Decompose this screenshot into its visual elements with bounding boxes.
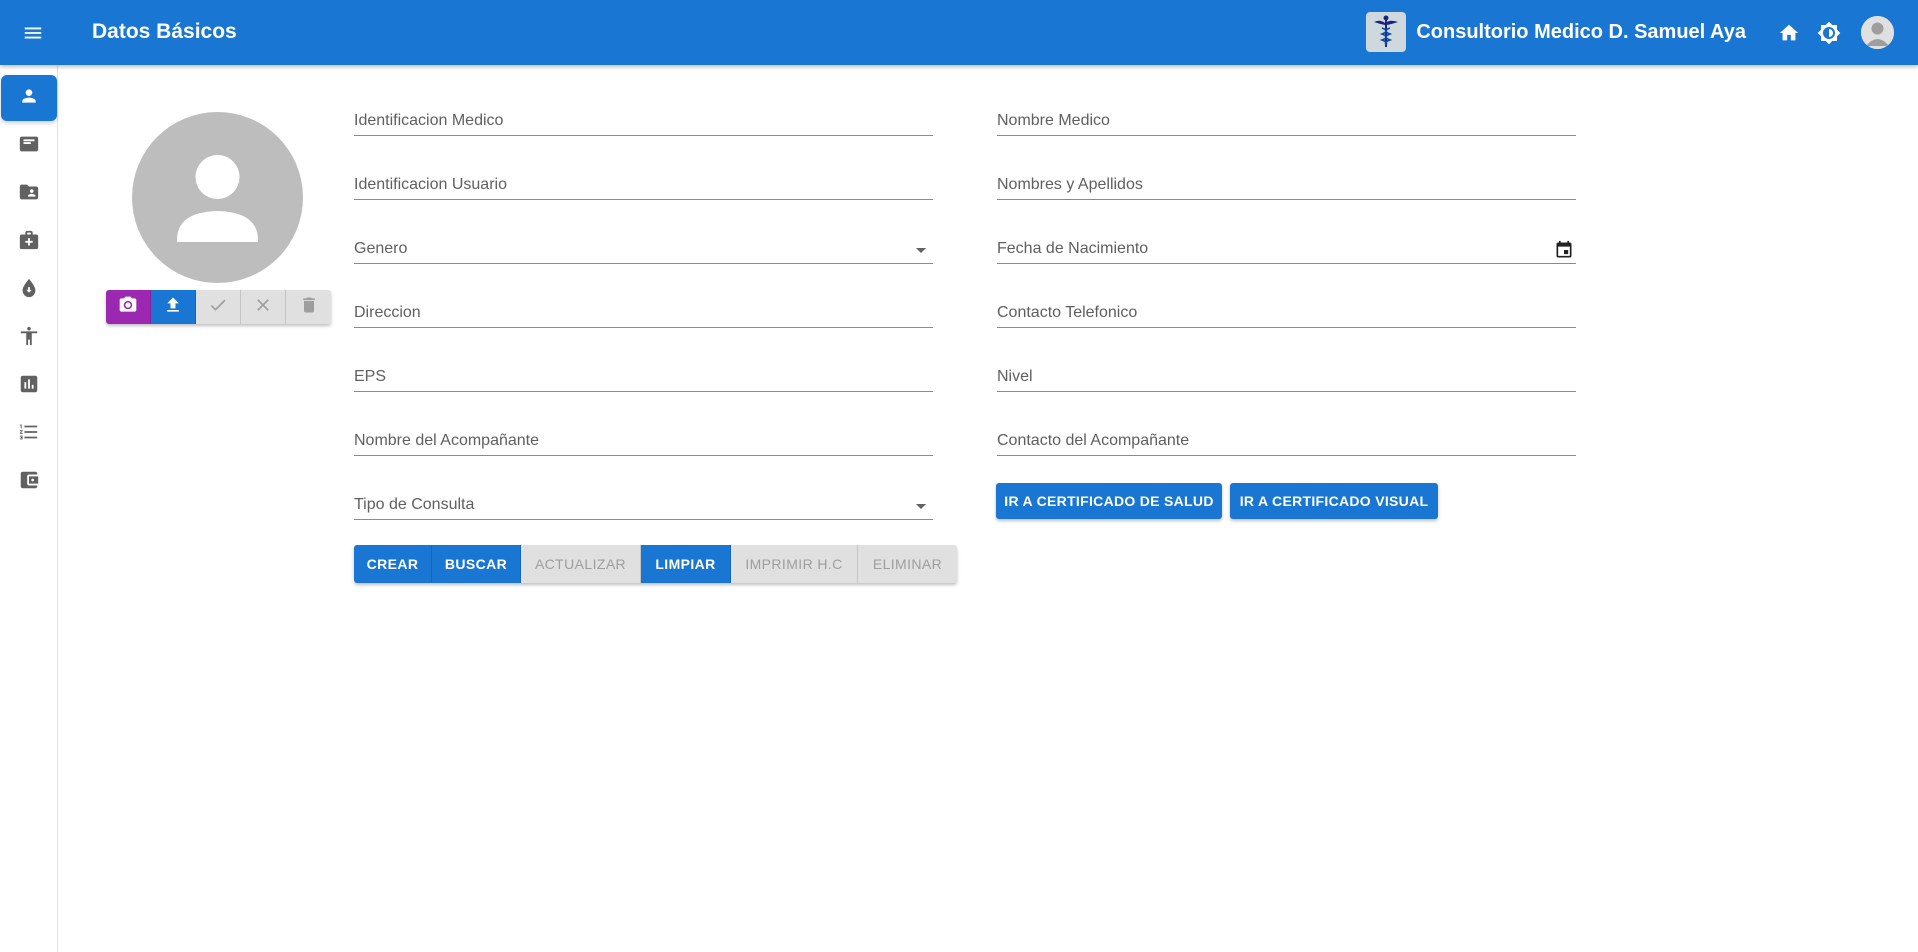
person-icon bbox=[19, 86, 39, 111]
card-icon bbox=[18, 133, 40, 160]
person-placeholder-icon bbox=[177, 155, 258, 242]
sidebar-item-stats[interactable] bbox=[1, 363, 57, 409]
nombre-medico-field[interactable]: Nombre Medico bbox=[997, 92, 1576, 136]
accessibility-icon bbox=[18, 325, 40, 352]
nombres-apellidos-field[interactable]: Nombres y Apellidos bbox=[997, 156, 1576, 200]
field-label: Contacto Telefonico bbox=[997, 304, 1138, 321]
sidebar-item-medical[interactable] bbox=[1, 219, 57, 265]
delete-photo-button[interactable] bbox=[286, 290, 331, 324]
delete-icon bbox=[299, 295, 319, 320]
patient-photo bbox=[132, 112, 303, 283]
field-label: Fecha de Nacimiento bbox=[997, 240, 1149, 257]
check-icon bbox=[208, 295, 228, 320]
certificado-visual-button[interactable]: IR A CERTIFICADO VISUAL bbox=[1230, 483, 1438, 519]
cancel-photo-button[interactable] bbox=[241, 290, 286, 324]
brand: Consultorio Medico D. Samuel Aya bbox=[1366, 12, 1746, 52]
clinic-name: Consultorio Medico D. Samuel Aya bbox=[1416, 20, 1746, 43]
tipo-consulta-select[interactable]: Tipo de Consulta bbox=[354, 476, 933, 520]
calendar-icon[interactable] bbox=[1552, 238, 1576, 262]
direccion-field[interactable]: Direccion bbox=[354, 284, 933, 328]
field-label: Contacto del Acompañante bbox=[997, 432, 1190, 449]
dropdown-arrow-icon bbox=[909, 494, 933, 518]
field-label: Nombre del Acompañante bbox=[354, 432, 539, 449]
nivel-field[interactable]: Nivel bbox=[997, 348, 1576, 392]
page-title: Datos Básicos bbox=[92, 20, 237, 43]
sidebar-item-datos-basicos[interactable] bbox=[1, 75, 57, 121]
camera-button[interactable] bbox=[106, 290, 151, 324]
account-circle-icon[interactable] bbox=[1861, 16, 1894, 49]
field-label: Direccion bbox=[354, 304, 421, 321]
folder-shared-icon bbox=[18, 181, 40, 208]
identificacion-medico-field[interactable]: Identificacion Medico bbox=[354, 92, 933, 136]
side-rail bbox=[0, 65, 58, 952]
imprimir-hc-button[interactable]: IMPRIMIR H.C bbox=[731, 545, 858, 583]
eps-field[interactable]: EPS bbox=[354, 348, 933, 392]
photo-actions bbox=[106, 290, 331, 324]
sidebar-item-accessibility[interactable] bbox=[1, 315, 57, 361]
field-label: Identificacion Usuario bbox=[354, 176, 507, 193]
field-label: Genero bbox=[354, 240, 408, 257]
genero-select[interactable]: Genero bbox=[354, 220, 933, 264]
drop-icon bbox=[18, 277, 40, 304]
field-label: Nivel bbox=[997, 368, 1033, 385]
caduceus-logo bbox=[1366, 12, 1407, 52]
field-label: EPS bbox=[354, 368, 387, 385]
close-icon bbox=[253, 295, 273, 320]
dropdown-arrow-icon bbox=[909, 238, 933, 262]
home-icon[interactable] bbox=[1774, 18, 1804, 48]
nombre-acompanante-field[interactable]: Nombre del Acompañante bbox=[354, 412, 933, 456]
medical-bag-icon bbox=[18, 229, 40, 256]
eliminar-button[interactable]: ELIMINAR bbox=[858, 545, 957, 583]
buscar-button[interactable]: BUSCAR bbox=[432, 545, 521, 583]
camera-icon bbox=[118, 295, 138, 320]
wallet-icon bbox=[18, 469, 40, 496]
limpiar-button[interactable]: LIMPIAR bbox=[641, 545, 731, 583]
sidebar-item-drop[interactable] bbox=[1, 267, 57, 313]
field-label: Tipo de Consulta bbox=[354, 496, 475, 513]
format-list-numbered-icon bbox=[18, 421, 40, 448]
sidebar-item-list[interactable] bbox=[1, 411, 57, 457]
certificado-salud-button[interactable]: IR A CERTIFICADO DE SALUD bbox=[996, 483, 1222, 519]
contacto-telefonico-field[interactable]: Contacto Telefonico bbox=[997, 284, 1576, 328]
brightness-icon[interactable] bbox=[1814, 18, 1844, 48]
sidebar-item-wallet[interactable] bbox=[1, 459, 57, 505]
form-actions: CREAR BUSCAR ACTUALIZAR LIMPIAR IMPRIMIR… bbox=[354, 545, 957, 583]
fecha-nacimiento-field[interactable]: Fecha de Nacimiento bbox=[997, 220, 1576, 264]
field-label: Nombres y Apellidos bbox=[997, 176, 1143, 193]
bar-chart-icon bbox=[18, 373, 40, 400]
actualizar-button[interactable]: ACTUALIZAR bbox=[521, 545, 641, 583]
upload-icon bbox=[163, 295, 183, 320]
identificacion-usuario-field[interactable]: Identificacion Usuario bbox=[354, 156, 933, 200]
menu-icon[interactable] bbox=[16, 16, 49, 49]
app-bar: Datos Básicos Consultorio Medico D. Samu… bbox=[0, 0, 1918, 65]
field-label: Identificacion Medico bbox=[354, 112, 504, 129]
contacto-acompanante-field[interactable]: Contacto del Acompañante bbox=[997, 412, 1576, 456]
field-label: Nombre Medico bbox=[997, 112, 1110, 129]
upload-button[interactable] bbox=[151, 290, 196, 324]
confirm-photo-button[interactable] bbox=[196, 290, 241, 324]
sidebar-item-card[interactable] bbox=[1, 123, 57, 169]
crear-button[interactable]: CREAR bbox=[354, 545, 432, 583]
sidebar-item-folder[interactable] bbox=[1, 171, 57, 217]
